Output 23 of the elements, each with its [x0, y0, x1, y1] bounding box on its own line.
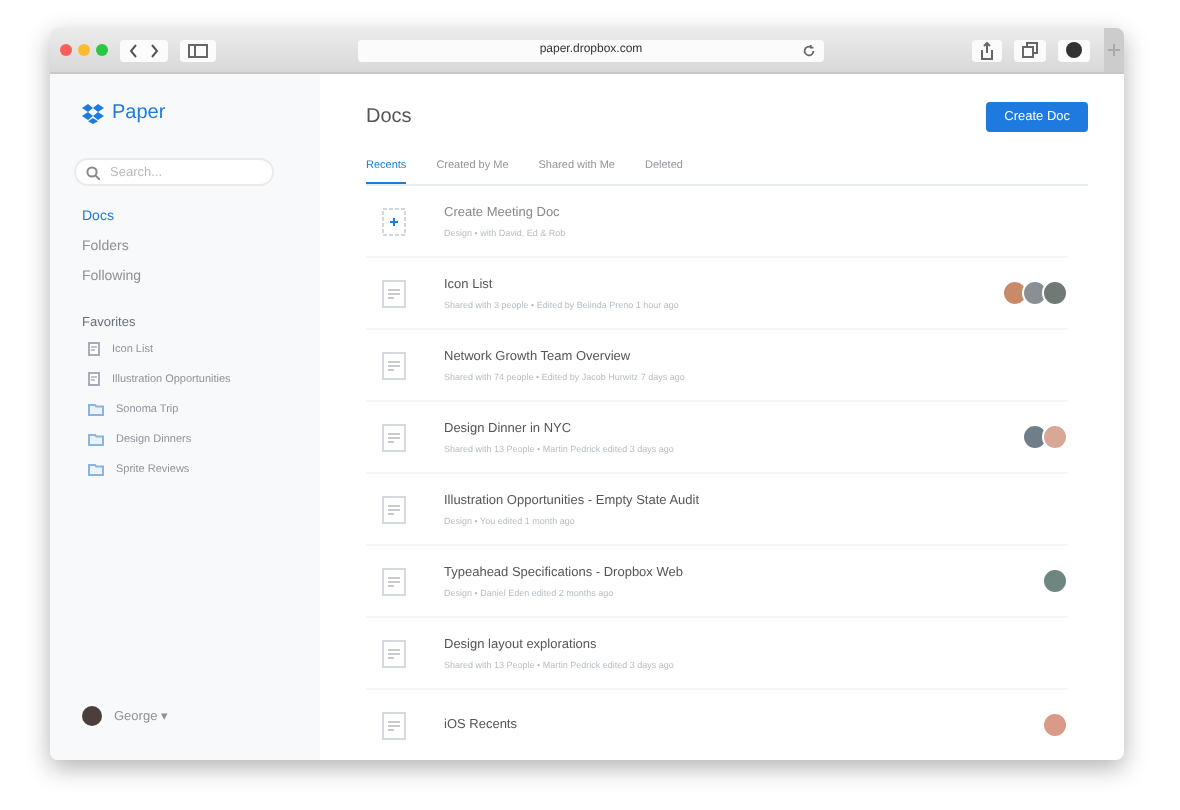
avatar: [82, 706, 102, 726]
search-icon: [86, 165, 100, 179]
logo-icon: [82, 103, 104, 123]
folder-icon: [88, 433, 104, 445]
document-icon: [382, 711, 406, 739]
document-icon: [382, 639, 406, 667]
document-icon: [88, 372, 100, 386]
folder-icon: [88, 463, 104, 475]
folder-icon: [88, 403, 104, 415]
tabs-icon[interactable]: [1014, 39, 1046, 61]
document-icon: [382, 495, 406, 523]
back-forward-button[interactable]: [120, 39, 168, 61]
document-icon: [382, 423, 406, 451]
brand-name: Paper: [112, 102, 166, 124]
document-icon: [88, 342, 100, 356]
page-title: Docs: [366, 106, 412, 128]
share-icon[interactable]: [972, 39, 1002, 61]
new-doc-icon[interactable]: [382, 207, 406, 235]
document-icon: [382, 351, 406, 379]
sidebar-toggle-icon[interactable]: [180, 39, 216, 61]
document-icon: [382, 279, 406, 307]
reload-icon[interactable]: [802, 43, 816, 57]
document-icon: [382, 567, 406, 595]
